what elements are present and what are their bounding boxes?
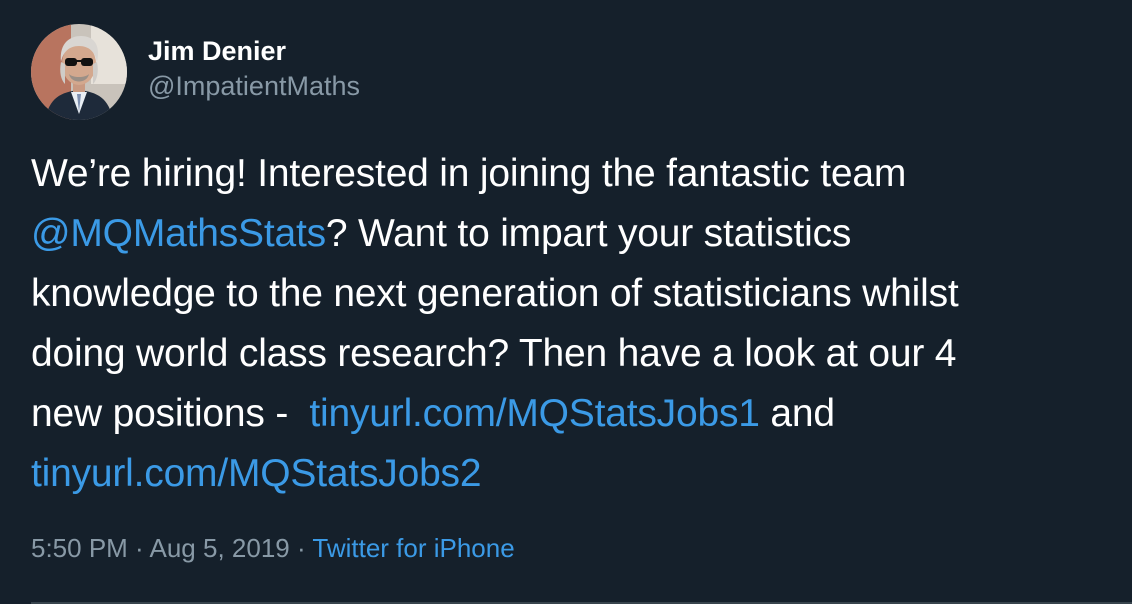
meta-separator: · [127,533,150,563]
tweet-line-2: @MQMathsStats? Want to impart your stati… [31,204,1121,264]
tweet-line-5: new positions - tinyurl.com/MQStatsJobs1… [31,384,1121,444]
author-handle[interactable]: @ImpatientMaths [148,68,360,104]
job-link-2[interactable]: tinyurl.com/MQStatsJobs2 [31,452,482,495]
tweet-time[interactable]: 5:50 PM [31,533,128,563]
mention-link[interactable]: @MQMathsStats [31,212,326,255]
tweet-line-6: tinyurl.com/MQStatsJobs2 [31,444,1121,504]
meta-separator: · [289,533,313,563]
tweet-meta: 5:50 PM · Aug 5, 2019 · Twitter for iPho… [31,530,515,566]
tweet-line-4: doing world class research? Then have a … [31,332,957,375]
tweet-line-2-text: ? Want to impart your statistics [325,212,852,255]
tweet-line-5-suffix: and [759,392,835,435]
job-link-1[interactable]: tinyurl.com/MQStatsJobs1 [309,392,760,435]
tweet-source-link[interactable]: Twitter for iPhone [312,533,514,563]
avatar[interactable] [31,24,127,120]
author-display-name[interactable]: Jim Denier [148,34,360,68]
tweet-card: Jim Denier @ImpatientMaths We’re hiring!… [0,0,1132,604]
tweet-line-1: We’re hiring! Interested in joining the … [31,152,907,195]
author-names: Jim Denier @ImpatientMaths [148,36,360,104]
avatar-image [31,24,127,120]
tweet-line-5-prefix: new positions - [31,392,310,435]
tweet-header: Jim Denier @ImpatientMaths [31,24,360,120]
tweet-date[interactable]: Aug 5, 2019 [150,533,290,563]
tweet-line-3: knowledge to the next generation of stat… [31,272,959,315]
tweet-text: We’re hiring! Interested in joining the … [31,144,1121,504]
